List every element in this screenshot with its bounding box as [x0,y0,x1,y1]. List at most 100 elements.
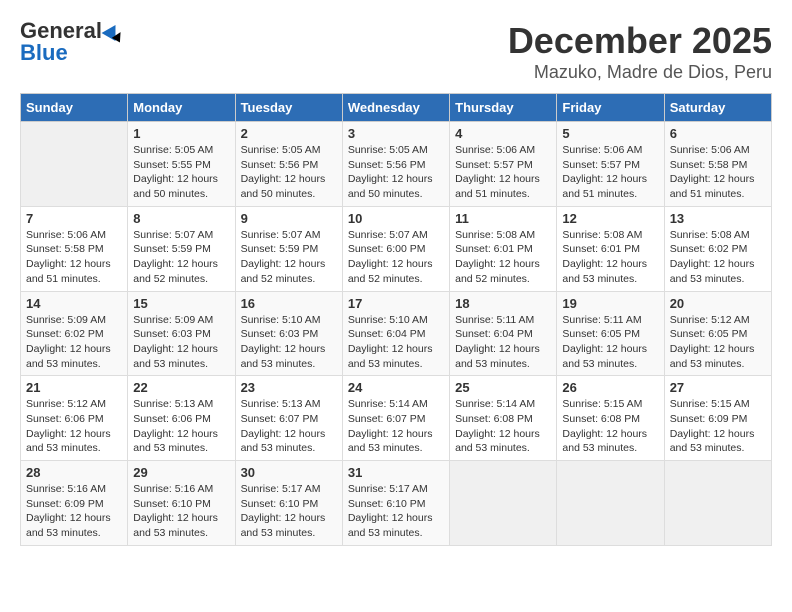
day-info: Sunrise: 5:06 AMSunset: 5:57 PMDaylight:… [562,143,658,202]
day-info: Sunrise: 5:06 AMSunset: 5:57 PMDaylight:… [455,143,551,202]
weekday-header-saturday: Saturday [664,94,771,122]
empty-cell [21,122,128,207]
day-info: Sunrise: 5:07 AMSunset: 5:59 PMDaylight:… [133,228,229,287]
logo-blue-text: Blue [20,42,68,64]
day-info: Sunrise: 5:07 AMSunset: 5:59 PMDaylight:… [241,228,337,287]
calendar-row-3: 14 Sunrise: 5:09 AMSunset: 6:02 PMDayligh… [21,291,772,376]
day-number: 30 [241,465,337,480]
month-title: December 2025 [508,20,772,62]
day-number: 29 [133,465,229,480]
day-number: 24 [348,380,444,395]
day-number: 9 [241,211,337,226]
logo-icon: ▲ [102,21,123,41]
empty-cell [557,461,664,546]
day-number: 11 [455,211,551,226]
day-cell-17: 17 Sunrise: 5:10 AMSunset: 6:04 PMDayligh… [342,291,449,376]
day-number: 22 [133,380,229,395]
day-info: Sunrise: 5:09 AMSunset: 6:03 PMDaylight:… [133,313,229,372]
day-number: 18 [455,296,551,311]
header: General ▲ Blue December 2025 Mazuko, Mad… [20,20,772,83]
day-cell-10: 10 Sunrise: 5:07 AMSunset: 6:00 PMDayligh… [342,206,449,291]
day-info: Sunrise: 5:13 AMSunset: 6:06 PMDaylight:… [133,397,229,456]
day-cell-25: 25Sunrise: 5:14 AMSunset: 6:08 PMDayligh… [450,376,557,461]
day-number: 8 [133,211,229,226]
title-area: December 2025 Mazuko, Madre de Dios, Per… [508,20,772,83]
calendar-table: SundayMondayTuesdayWednesdayThursdayFrid… [20,93,772,546]
day-info: Sunrise: 5:08 AMSunset: 6:01 PMDaylight:… [562,228,658,287]
day-cell-15: 15 Sunrise: 5:09 AMSunset: 6:03 PMDayligh… [128,291,235,376]
day-cell-13: 13Sunrise: 5:08 AMSunset: 6:02 PMDayligh… [664,206,771,291]
day-cell-24: 24 Sunrise: 5:14 AMSunset: 6:07 PMDayligh… [342,376,449,461]
day-info: Sunrise: 5:16 AMSunset: 6:10 PMDaylight:… [133,482,229,541]
day-info: Sunrise: 5:06 AMSunset: 5:58 PMDaylight:… [26,228,122,287]
day-cell-31: 31 Sunrise: 5:17 AMSunset: 6:10 PMDayligh… [342,461,449,546]
weekday-header-thursday: Thursday [450,94,557,122]
day-number: 13 [670,211,766,226]
day-cell-9: 9 Sunrise: 5:07 AMSunset: 5:59 PMDaylight… [235,206,342,291]
day-cell-20: 20Sunrise: 5:12 AMSunset: 6:05 PMDayligh… [664,291,771,376]
day-number: 6 [670,126,766,141]
day-number: 27 [670,380,766,395]
weekday-header-wednesday: Wednesday [342,94,449,122]
day-info: Sunrise: 5:11 AMSunset: 6:05 PMDaylight:… [562,313,658,372]
empty-cell [664,461,771,546]
day-number: 5 [562,126,658,141]
day-cell-30: 30 Sunrise: 5:17 AMSunset: 6:10 PMDayligh… [235,461,342,546]
day-cell-21: 21 Sunrise: 5:12 AMSunset: 6:06 PMDayligh… [21,376,128,461]
day-cell-8: 8 Sunrise: 5:07 AMSunset: 5:59 PMDaylight… [128,206,235,291]
day-info: Sunrise: 5:15 AMSunset: 6:09 PMDaylight:… [670,397,766,456]
weekday-header-friday: Friday [557,94,664,122]
day-number: 10 [348,211,444,226]
day-cell-6: 6 Sunrise: 5:06 AMSunset: 5:58 PMDaylight… [664,122,771,207]
empty-cell [450,461,557,546]
day-number: 14 [26,296,122,311]
day-info: Sunrise: 5:05 AMSunset: 5:56 PMDaylight:… [348,143,444,202]
day-number: 31 [348,465,444,480]
day-info: Sunrise: 5:10 AMSunset: 6:03 PMDaylight:… [241,313,337,372]
day-number: 21 [26,380,122,395]
day-info: Sunrise: 5:05 AMSunset: 5:55 PMDaylight:… [133,143,229,202]
day-cell-29: 29 Sunrise: 5:16 AMSunset: 6:10 PMDayligh… [128,461,235,546]
day-info: Sunrise: 5:10 AMSunset: 6:04 PMDaylight:… [348,313,444,372]
day-info: Sunrise: 5:12 AMSunset: 6:06 PMDaylight:… [26,397,122,456]
day-cell-23: 23Sunrise: 5:13 AMSunset: 6:07 PMDayligh… [235,376,342,461]
day-number: 12 [562,211,658,226]
logo: General ▲ Blue [20,20,120,64]
day-number: 15 [133,296,229,311]
day-info: Sunrise: 5:06 AMSunset: 5:58 PMDaylight:… [670,143,766,202]
day-info: Sunrise: 5:14 AMSunset: 6:07 PMDaylight:… [348,397,444,456]
weekday-header-row: SundayMondayTuesdayWednesdayThursdayFrid… [21,94,772,122]
day-cell-4: 4Sunrise: 5:06 AMSunset: 5:57 PMDaylight… [450,122,557,207]
day-number: 19 [562,296,658,311]
logo-general-text: General [20,20,102,42]
day-info: Sunrise: 5:17 AMSunset: 6:10 PMDaylight:… [241,482,337,541]
day-cell-14: 14 Sunrise: 5:09 AMSunset: 6:02 PMDayligh… [21,291,128,376]
day-info: Sunrise: 5:12 AMSunset: 6:05 PMDaylight:… [670,313,766,372]
day-cell-12: 12 Sunrise: 5:08 AMSunset: 6:01 PMDayligh… [557,206,664,291]
day-info: Sunrise: 5:08 AMSunset: 6:01 PMDaylight:… [455,228,551,287]
day-number: 28 [26,465,122,480]
day-cell-18: 18Sunrise: 5:11 AMSunset: 6:04 PMDayligh… [450,291,557,376]
calendar-row-5: 28 Sunrise: 5:16 AMSunset: 6:09 PMDayligh… [21,461,772,546]
location-title: Mazuko, Madre de Dios, Peru [508,62,772,83]
day-number: 25 [455,380,551,395]
day-cell-16: 16Sunrise: 5:10 AMSunset: 6:03 PMDayligh… [235,291,342,376]
day-cell-19: 19 Sunrise: 5:11 AMSunset: 6:05 PMDayligh… [557,291,664,376]
day-info: Sunrise: 5:15 AMSunset: 6:08 PMDaylight:… [562,397,658,456]
day-info: Sunrise: 5:07 AMSunset: 6:00 PMDaylight:… [348,228,444,287]
weekday-header-monday: Monday [128,94,235,122]
weekday-header-tuesday: Tuesday [235,94,342,122]
calendar-row-2: 7 Sunrise: 5:06 AMSunset: 5:58 PMDaylight… [21,206,772,291]
day-cell-1: 1Sunrise: 5:05 AMSunset: 5:55 PMDaylight… [128,122,235,207]
day-info: Sunrise: 5:09 AMSunset: 6:02 PMDaylight:… [26,313,122,372]
day-cell-28: 28 Sunrise: 5:16 AMSunset: 6:09 PMDayligh… [21,461,128,546]
day-number: 7 [26,211,122,226]
day-cell-22: 22 Sunrise: 5:13 AMSunset: 6:06 PMDayligh… [128,376,235,461]
day-info: Sunrise: 5:16 AMSunset: 6:09 PMDaylight:… [26,482,122,541]
weekday-header-sunday: Sunday [21,94,128,122]
day-info: Sunrise: 5:13 AMSunset: 6:07 PMDaylight:… [241,397,337,456]
day-info: Sunrise: 5:17 AMSunset: 6:10 PMDaylight:… [348,482,444,541]
day-number: 2 [241,126,337,141]
day-number: 17 [348,296,444,311]
calendar-row-1: 1Sunrise: 5:05 AMSunset: 5:55 PMDaylight… [21,122,772,207]
